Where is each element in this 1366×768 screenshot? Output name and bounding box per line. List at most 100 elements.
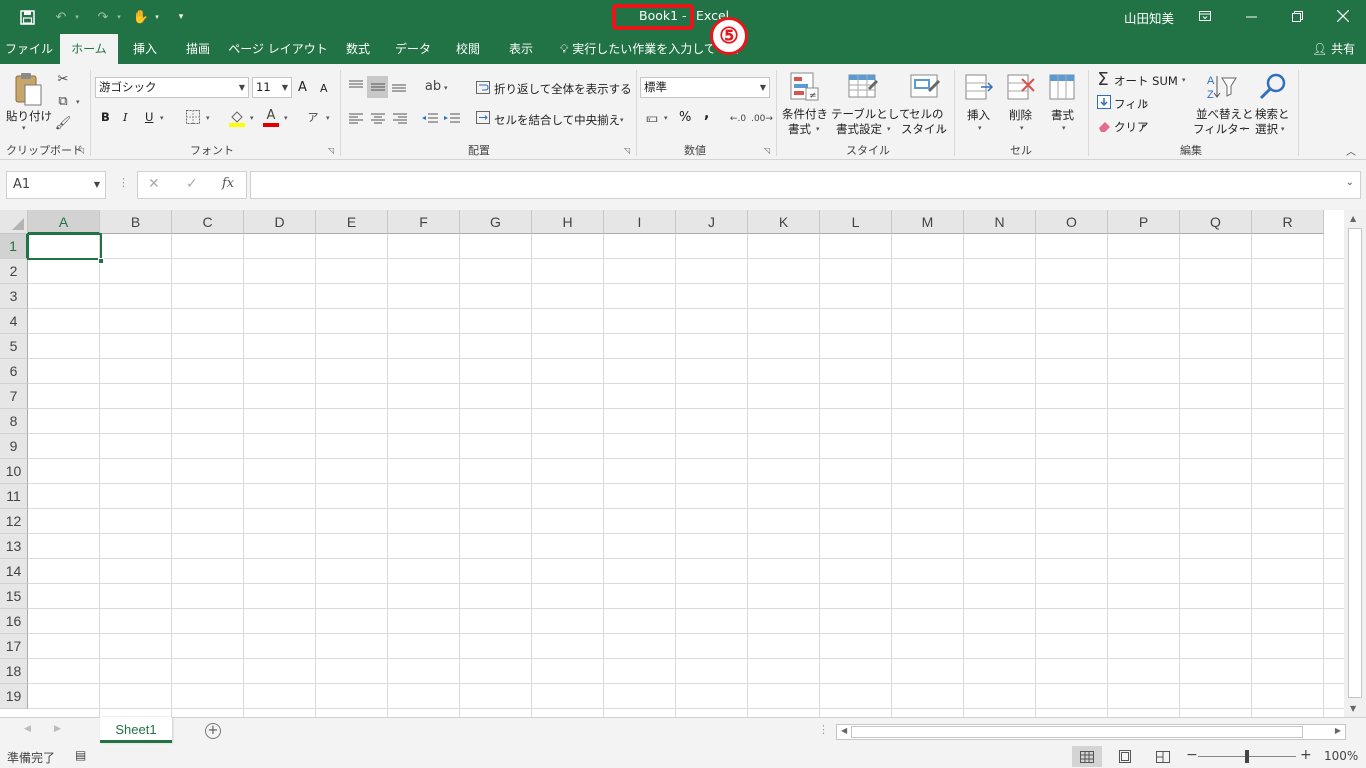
alignment-launcher-icon[interactable]: ◹ [624,146,630,155]
font-color-dropdown-icon[interactable]: ▾ [284,114,288,122]
column-header[interactable]: E [316,210,388,234]
row-header[interactable]: 13 [0,534,28,559]
phonetic-icon[interactable]: ア [305,108,321,126]
delete-dropdown-icon[interactable]: ▾ [1020,124,1024,132]
copy-icon[interactable]: ⧉ [54,92,72,110]
bold-button[interactable]: B [101,110,110,124]
row-header[interactable]: 15 [0,584,28,609]
cancel-entry-icon[interactable]: ✕ [148,176,160,192]
tab-insert[interactable]: 挿入 [120,34,170,64]
borders-dropdown-icon[interactable]: ▾ [206,114,210,122]
format-dropdown-icon[interactable]: ▾ [1062,124,1066,132]
decrease-decimal-icon[interactable]: .00→ [751,110,773,128]
row-header[interactable]: 2 [0,259,28,284]
autosum-label[interactable]: オート SUM [1114,73,1178,89]
column-header[interactable]: J [676,210,748,234]
insert-function-icon[interactable]: fx [222,176,234,191]
close-icon[interactable] [1320,0,1366,32]
wrap-text-icon[interactable] [474,78,492,96]
percent-style-button[interactable]: % [679,110,691,125]
merge-center-icon[interactable] [474,108,492,126]
row-header[interactable]: 1 [0,234,28,259]
minimize-icon[interactable] [1228,0,1274,32]
share-button[interactable]: 👤︎ 共有 [1312,34,1355,64]
fill-color-dropdown-icon[interactable]: ▾ [250,114,254,122]
column-header[interactable]: F [388,210,460,234]
row-header[interactable]: 17 [0,634,28,659]
column-header[interactable]: C [172,210,244,234]
row-header[interactable]: 12 [0,509,28,534]
chevron-down-icon[interactable]: ▼ [94,172,100,198]
row-header[interactable]: 18 [0,659,28,684]
delete-cells-label[interactable]: 削除 [1009,107,1032,123]
clear-dropdown-icon[interactable]: ▾ [1142,122,1146,130]
accounting-dropdown-icon[interactable]: ▾ [664,114,668,122]
borders-icon[interactable] [184,108,202,126]
zoom-out-icon[interactable]: − [1186,747,1198,763]
fill-down-icon[interactable] [1096,94,1112,110]
restore-icon[interactable] [1274,0,1320,32]
tab-page-layout[interactable]: ページ レイアウト [226,34,330,64]
column-header[interactable]: G [460,210,532,234]
insert-cells-icon[interactable] [964,70,994,104]
font-size-select[interactable]: 11 ▼ [252,77,292,98]
undo-icon[interactable]: ↶ [50,6,72,28]
align-middle-icon[interactable] [367,76,388,98]
column-header[interactable]: Q [1180,210,1252,234]
formula-input[interactable]: ⌄ [250,171,1361,199]
format-painter-icon[interactable]: 🖌︎ [54,114,72,132]
scroll-down-icon[interactable]: ▼ [1350,704,1356,713]
tab-view[interactable]: 表示 [496,34,546,64]
insert-cells-label[interactable]: 挿入 [967,107,990,123]
sort-filter-dropdown-icon[interactable]: ▾ [1242,125,1246,133]
active-cell[interactable] [27,233,102,260]
vertical-scroll-thumb[interactable] [1348,228,1362,698]
fill-handle[interactable] [98,258,104,264]
sort-filter-icon[interactable]: AZ [1204,70,1238,104]
merge-center-label[interactable]: セルを結合して中央揃え [494,112,620,128]
phonetic-dropdown-icon[interactable]: ▾ [326,114,330,122]
number-launcher-icon[interactable]: ◹ [764,146,770,155]
macro-record-icon[interactable]: ▤ [75,748,86,762]
column-header[interactable]: K [748,210,820,234]
paste-label[interactable]: 貼り付け [6,108,52,124]
cell-styles-dropdown-icon[interactable]: ▾ [940,125,944,133]
row-header[interactable]: 9 [0,434,28,459]
tab-split-grip-icon[interactable]: ⋮ [818,723,829,736]
sheet-tab-sheet1[interactable]: Sheet1 [100,717,172,743]
zoom-slider-thumb[interactable] [1245,750,1249,763]
cell-area[interactable] [28,234,1344,717]
decrease-indent-icon[interactable] [420,108,440,128]
tab-home[interactable]: ホーム [60,34,118,64]
autosum-dropdown-icon[interactable]: ▾ [1182,76,1186,84]
font-name-select[interactable]: 游ゴシック ▼ [95,77,249,98]
eraser-icon[interactable] [1096,118,1112,134]
touch-mode-icon[interactable]: ✋ [130,6,152,28]
align-top-icon[interactable] [346,76,366,96]
scroll-up-icon[interactable]: ▲ [1350,214,1356,223]
conditional-formatting-icon[interactable]: ≠ [788,70,822,104]
undo-dropdown-icon[interactable]: ▾ [72,6,82,28]
row-header[interactable]: 19 [0,684,28,709]
doc-title[interactable]: Book1 [639,8,678,23]
worksheet-grid[interactable]: ABCDEFGHIJKLMNOPQR 1 2 3 4 5 6 7 8 9 10 11 12 13 14 15… [0,210,1344,717]
new-sheet-icon[interactable]: + [205,723,221,739]
copy-dropdown-icon[interactable]: ▾ [76,98,80,106]
prev-sheet-icon[interactable]: ◀ [24,724,31,734]
column-header[interactable]: O [1036,210,1108,234]
name-box[interactable]: A1 ▼ [6,171,106,199]
increase-decimal-icon[interactable]: ←.0 [728,110,748,128]
ribbon-display-options-icon[interactable] [1182,0,1228,32]
font-color-icon[interactable]: A [262,108,280,128]
scroll-right-icon[interactable]: ▶ [1335,726,1341,735]
tab-draw[interactable]: 描画 [172,34,224,64]
format-as-table-label-1[interactable]: テーブルとして [831,106,910,122]
paste-dropdown-icon[interactable]: ▾ [22,124,26,132]
column-header[interactable]: I [604,210,676,234]
format-cells-label[interactable]: 書式 [1051,107,1074,123]
touch-dropdown-icon[interactable]: ▾ [152,6,162,28]
conditional-dropdown-icon[interactable]: ▾ [816,125,820,133]
cut-icon[interactable]: ✂ [54,70,72,88]
underline-button[interactable]: U [145,110,153,124]
paste-icon[interactable] [12,70,44,108]
